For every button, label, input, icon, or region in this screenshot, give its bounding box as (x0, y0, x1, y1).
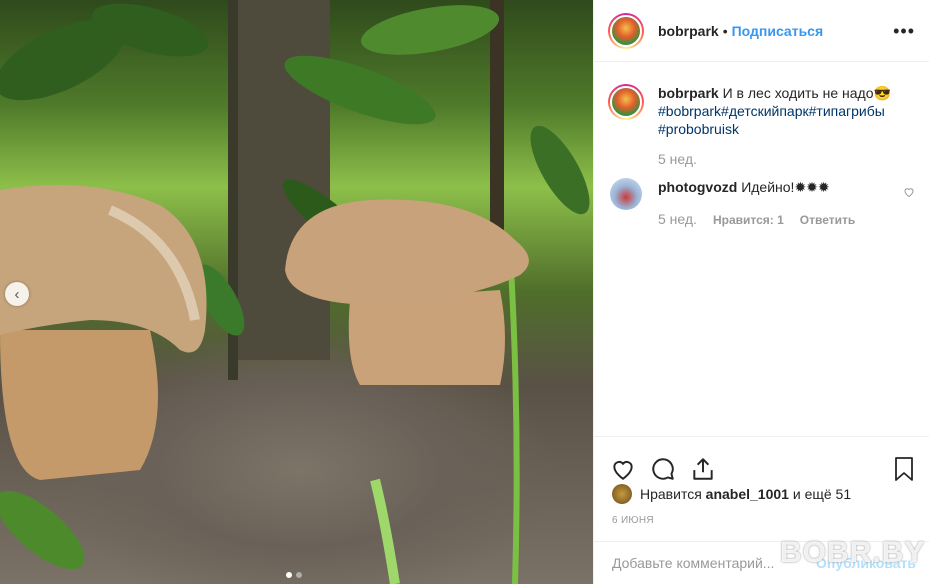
heart-icon[interactable] (610, 456, 636, 482)
caption-username[interactable]: bobrpark (658, 85, 719, 101)
follow-button[interactable]: Подписаться (732, 23, 824, 39)
carousel-prev-button[interactable]: ‹ (5, 282, 29, 306)
comments-section: bobrpark И в лес ходить не надо😎 #bobrpa… (594, 62, 929, 436)
share-icon[interactable] (690, 456, 716, 482)
mushroom-photo (0, 0, 590, 584)
comment-likes[interactable]: Нравится: 1 (713, 211, 784, 229)
post-photo[interactable]: ‹ (0, 0, 593, 584)
hashtag-link[interactable]: #детскийпарк (721, 103, 809, 119)
action-bar (594, 436, 929, 488)
post-date[interactable]: 6 ИЮНЯ (612, 515, 654, 526)
comment-meta: 5 нед. Нравится: 1 Ответить (658, 210, 898, 229)
separator-dot: • (722, 22, 728, 39)
likes-summary: Нравится anabel_1001 и ещё 51 (612, 484, 851, 504)
username-link[interactable]: bobrpark (658, 23, 719, 39)
post-side-panel: bobrpark • Подписаться ••• bobrpark И в … (593, 0, 929, 584)
tree-trunk (238, 0, 330, 360)
carousel-dot-2 (296, 572, 302, 578)
reply-button[interactable]: Ответить (800, 211, 855, 229)
more-dots-icon[interactable]: ••• (893, 22, 915, 40)
caption-avatar[interactable] (608, 84, 644, 120)
comment-text: Идейно!✹✹✹ (741, 179, 830, 195)
hashtag-link[interactable]: #bobrpark (658, 103, 721, 119)
post-header: bobrpark • Подписаться ••• (594, 0, 929, 62)
comment-username[interactable]: photogvozd (658, 179, 737, 195)
avatar[interactable] (608, 12, 644, 49)
tree-stem-right (490, 0, 504, 230)
likes-prefix: Нравится (640, 486, 702, 502)
carousel-dots (286, 572, 302, 578)
caption-text: И в лес ходить не надо😎 (722, 85, 891, 101)
liker-username[interactable]: anabel_1001 (706, 486, 789, 502)
watermark-logo: BOBR.BY (780, 536, 926, 569)
mushroom-stem-left (0, 330, 158, 480)
chevron-left-icon: ‹ (14, 285, 20, 303)
caption: bobrpark И в лес ходить не надо😎 #bobrpa… (608, 84, 915, 168)
caption-time[interactable]: 5 нед. (658, 150, 898, 168)
bookmark-icon[interactable] (892, 456, 916, 482)
comment-icon[interactable] (650, 456, 676, 482)
carousel-dot-1 (286, 572, 292, 578)
hashtag-link[interactable]: #probobruisk (658, 121, 739, 137)
comment-item: photogvozd Идейно!✹✹✹ 5 нед. Нравится: 1… (608, 178, 915, 229)
liker-avatar[interactable] (612, 484, 632, 504)
comment-time[interactable]: 5 нед. (658, 210, 697, 228)
comment-heart-icon[interactable] (903, 186, 915, 201)
hashtag-link[interactable]: #типагрибы (809, 103, 885, 119)
likes-more[interactable]: и ещё 51 (793, 486, 851, 502)
comment-avatar[interactable] (610, 178, 642, 210)
